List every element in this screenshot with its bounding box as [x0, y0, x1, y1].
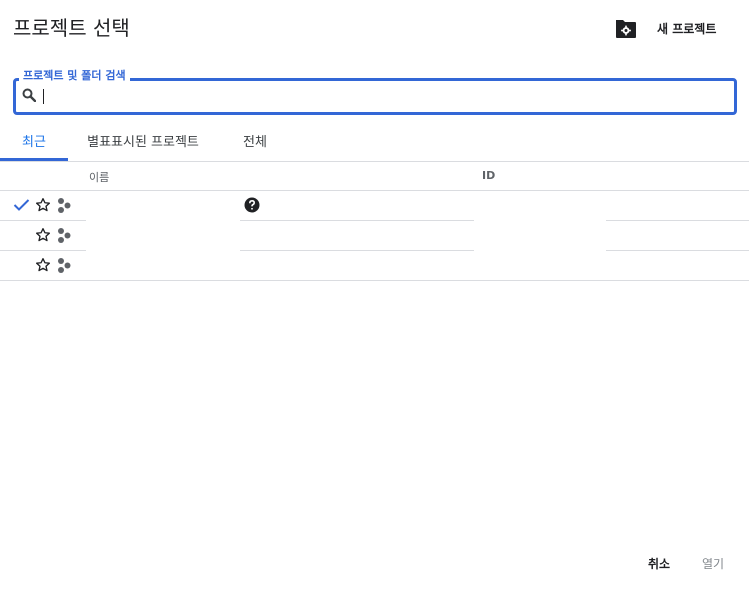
table-header: 이름 ID [0, 162, 749, 191]
column-id-header[interactable]: ID [482, 169, 495, 182]
star-outline-icon[interactable] [35, 197, 51, 213]
table-row[interactable] [0, 221, 749, 251]
search-icon [22, 88, 36, 102]
search-input[interactable] [40, 84, 724, 108]
project-nodes-icon [58, 258, 71, 273]
search-label: 프로젝트 및 폴더 검색 [19, 69, 130, 83]
check-icon [13, 199, 30, 211]
page-title: 프로젝트 선택 [13, 16, 130, 40]
star-outline-icon[interactable] [35, 227, 51, 243]
folder-settings-icon [616, 20, 636, 38]
table-bottom-divider [0, 280, 749, 281]
tab-starred[interactable]: 별표표시된 프로젝트 [74, 126, 212, 159]
cancel-button[interactable]: 취소 [648, 556, 670, 572]
tab-all[interactable]: 전체 [230, 126, 280, 159]
open-button[interactable]: 열기 [702, 556, 724, 572]
project-nodes-icon [58, 228, 71, 243]
new-project-label: 새 프로젝트 [657, 22, 717, 36]
table-row[interactable] [0, 251, 749, 281]
help-icon[interactable] [244, 197, 260, 213]
tab-bar: 최근 별표표시된 프로젝트 전체 [0, 126, 749, 162]
star-outline-icon[interactable] [35, 257, 51, 273]
text-caret [43, 89, 44, 104]
tab-recent[interactable]: 최근 [0, 126, 68, 161]
table-row[interactable] [0, 191, 749, 221]
new-project-button[interactable]: 새 프로젝트 [614, 18, 716, 40]
project-nodes-icon [58, 198, 71, 213]
column-name-header[interactable]: 이름 [89, 169, 109, 185]
